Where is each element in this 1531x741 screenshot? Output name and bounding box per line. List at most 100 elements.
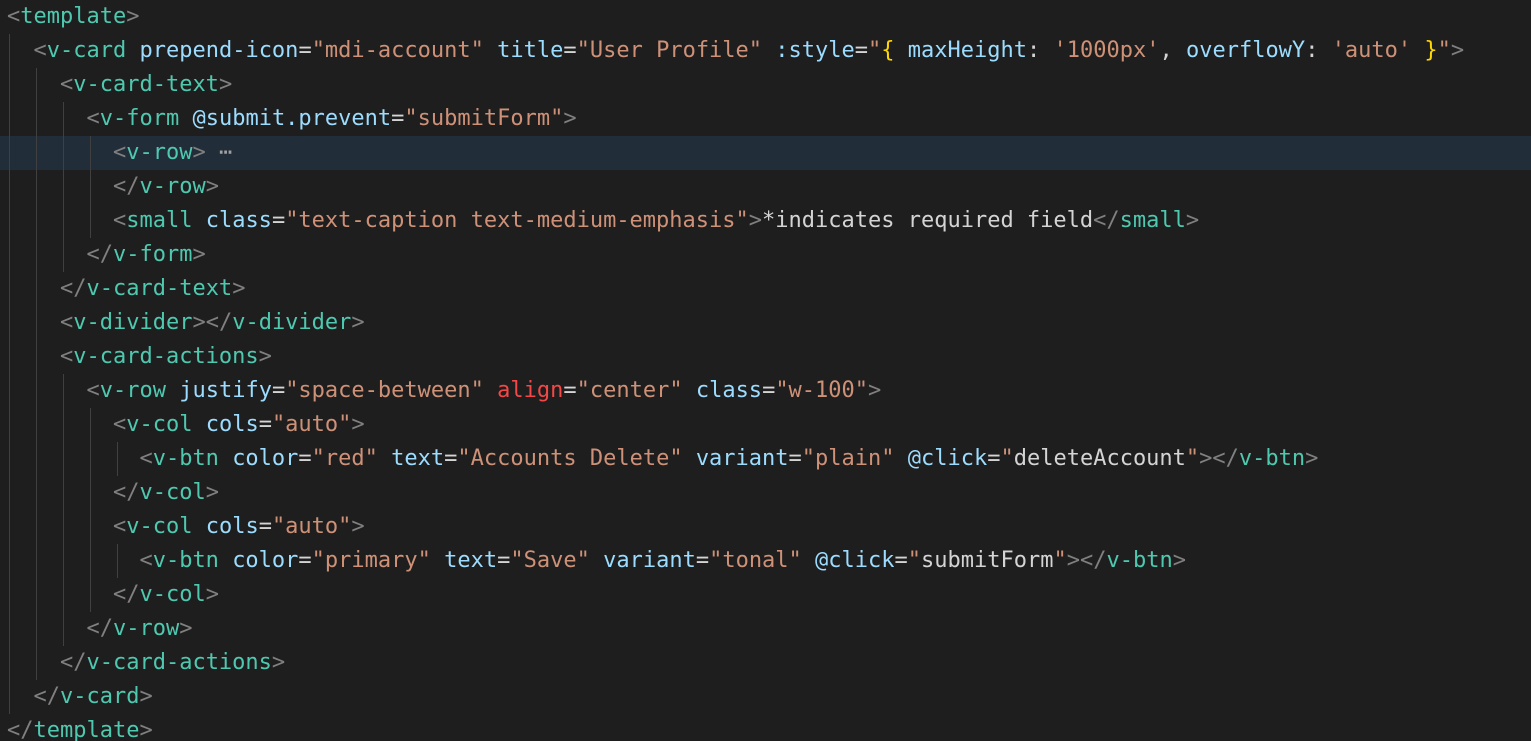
code-token: variant [603, 548, 696, 573]
indent-guide [9, 238, 10, 272]
code-token: < [139, 446, 153, 471]
code-token: "Save" [510, 548, 590, 573]
code-line[interactable]: <v-card-actions> [0, 340, 1531, 374]
indent-guide [90, 408, 92, 442]
code-token: title [497, 38, 564, 63]
code-token: maxHeight [907, 38, 1027, 63]
code-token: < [59, 344, 74, 369]
code-line[interactable]: <v-col cols="auto"> [0, 408, 1531, 442]
indent-guide [36, 306, 38, 340]
code-token: > [351, 310, 365, 335]
code-token: @click [907, 446, 988, 471]
code-token: "space-between" [285, 378, 484, 403]
code-token: " [1437, 38, 1451, 63]
code-line[interactable]: </template> [0, 714, 1531, 741]
code-line[interactable]: <v-row> ⋯ [0, 136, 1531, 170]
indent-guide [36, 442, 38, 476]
code-token: > [205, 174, 219, 199]
indent-guide [90, 578, 92, 612]
indent-guide [63, 102, 65, 136]
code-line[interactable]: <v-col cols="auto"> [0, 510, 1531, 544]
code-token: text [444, 548, 498, 573]
code-line[interactable]: <v-btn color="red" text="Accounts Delete… [0, 442, 1531, 476]
indent-guide [90, 544, 92, 578]
code-line[interactable]: </v-row> [0, 612, 1531, 646]
code-token: </ [112, 480, 140, 505]
code-token: } [1424, 38, 1438, 63]
code-token: </ [59, 276, 87, 301]
code-line[interactable]: <v-form @submit.prevent="submitForm"> [0, 102, 1531, 136]
code-token: > [232, 276, 246, 301]
indent-guide [36, 272, 38, 306]
indent-guide [9, 510, 10, 544]
indent-guide [9, 442, 10, 476]
code-line[interactable]: <v-card prepend-icon="mdi-account" title… [0, 34, 1531, 68]
code-token: @click [815, 548, 895, 573]
code-line[interactable]: <v-btn color="primary" text="Save" varia… [0, 544, 1531, 578]
code-line[interactable]: <template> [0, 0, 1531, 34]
code-token: " [868, 38, 882, 63]
code-token: > [1185, 208, 1200, 233]
code-token: > [139, 718, 153, 741]
code-token: = [271, 208, 286, 233]
code-token: </ [33, 684, 61, 709]
code-token: > [868, 378, 882, 403]
code-token: < [112, 514, 127, 539]
indent-guide [36, 374, 38, 408]
code-token: > [179, 616, 193, 641]
code-token: < [86, 378, 100, 403]
code-token: = [258, 412, 272, 437]
code-token: = [298, 548, 312, 573]
code-token: v-row [99, 378, 166, 403]
code-editor[interactable]: <template> <v-card prepend-icon="mdi-acc… [0, 0, 1531, 741]
code-token: v-row [139, 174, 206, 199]
code-token: "w-100" [775, 378, 869, 403]
code-token: v-btn [152, 446, 219, 471]
code-line[interactable]: <small class="text-caption text-medium-e… [0, 204, 1531, 238]
indent-guide [63, 408, 65, 442]
indent-guide [9, 544, 10, 578]
code-token: = [298, 38, 312, 63]
indent-guide [9, 374, 10, 408]
indent-guide [63, 612, 65, 646]
indent-guide [63, 238, 65, 272]
code-line[interactable]: <v-divider></v-divider> [0, 306, 1531, 340]
code-token: "tonal" [709, 548, 802, 573]
code-token: v-divider [73, 310, 193, 335]
indent-guide [63, 204, 65, 238]
indent-guide [63, 374, 65, 408]
code-token: color [232, 548, 299, 573]
indent-guide [90, 204, 92, 238]
code-token: "mdi-account" [311, 38, 484, 63]
code-token: < [59, 310, 74, 335]
code-token: v-col [139, 480, 206, 505]
code-line[interactable]: </v-col> [0, 476, 1531, 510]
code-line[interactable]: <v-card-text> [0, 68, 1531, 102]
code-token: prepend-icon [139, 38, 299, 63]
code-line[interactable]: </v-card-text> [0, 272, 1531, 306]
code-token: " [1053, 548, 1067, 573]
code-token: , [1159, 38, 1186, 63]
code-line[interactable]: </v-col> [0, 578, 1531, 612]
code-token: v-form [112, 242, 193, 267]
code-token: v-form [99, 106, 180, 131]
code-line[interactable]: </v-form> [0, 238, 1531, 272]
code-token: < [112, 208, 127, 233]
code-line[interactable]: </v-row> [0, 170, 1531, 204]
code-token: = [497, 548, 511, 573]
code-token: "User Profile" [576, 38, 763, 63]
code-line[interactable]: </v-card> [0, 680, 1531, 714]
code-token: "center" [576, 378, 683, 403]
code-token: text [391, 446, 445, 471]
code-line[interactable]: </v-card-actions> [0, 646, 1531, 680]
code-line[interactable]: <v-row justify="space-between" align="ce… [0, 374, 1531, 408]
